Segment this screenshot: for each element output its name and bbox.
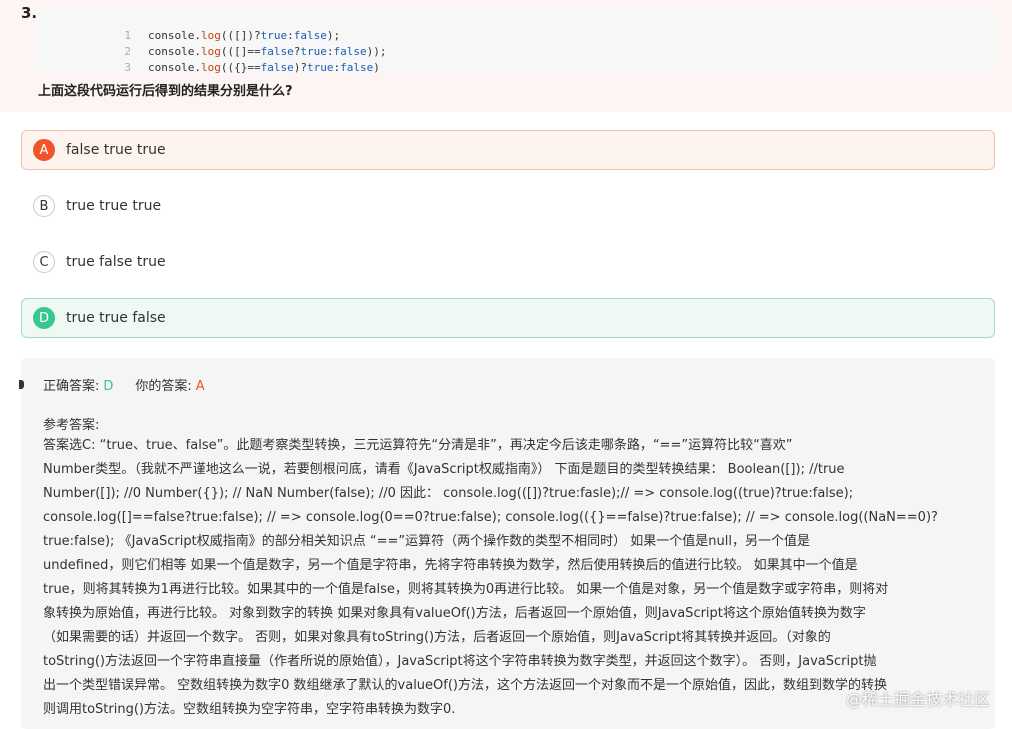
code-block: 1 console.log(([])?true:false); 2 console.…: [36, 8, 996, 74]
option-d[interactable]: D true true false: [21, 298, 995, 338]
your-answer-label: 你的答案:: [135, 379, 192, 394]
reference-line: 象转换为原始值，再进行比较。 对象到数字的转换 如果对象具有valueOf()方…: [43, 606, 866, 621]
reference-line: toString()方法返回一个字符串直接量（作者所说的原始值），JavaScr…: [43, 654, 877, 669]
reference-answer-body: 答案选C: “true、true、false”。此题考察类型转换，三元运算符先“…: [43, 434, 983, 722]
reference-line: true:false); 《JavaScript权威指南》的部分相关知识点 “=…: [43, 534, 810, 549]
your-answer-value: A: [195, 379, 205, 394]
code-line: 2 console.log(([]==false?true:false));: [36, 28, 386, 58]
code-line: 1 console.log(([])?true:false);: [36, 12, 340, 42]
answer-summary: 正确答案: D 你的答案: A: [43, 375, 205, 394]
reference-line: Number([]); //0 Number({}); // NaN Numbe…: [43, 486, 854, 501]
option-d-badge: D: [33, 307, 55, 329]
quiz-page: 3. 1 console.log(([])?true:false); 2 conso…: [0, 0, 1012, 729]
reference-line: true，则将其转换为1再进行比较。如果其中的一个值是false，则将其转换为0…: [43, 582, 889, 597]
option-b-text: true true true: [66, 198, 162, 214]
option-c-badge: C: [33, 251, 55, 273]
reference-line: 则调用toString()方法。空数组转换为空字符串，空字符串转换为数字0.: [43, 702, 456, 717]
reference-line: console.log([]==false?true:false); // =>…: [43, 510, 938, 525]
option-b-badge: B: [33, 195, 55, 217]
question-number: 3.: [21, 4, 38, 22]
option-d-text: true true false: [66, 310, 166, 326]
reference-line: （如果需要的话）并返回一个数字。 否则，如果对象具有toString()方法，后…: [43, 630, 831, 645]
reference-line: Number类型。（我就不严谨地这么一说，若要刨根问底，请看《JavaScrip…: [43, 462, 845, 477]
correct-answer-label: 正确答案:: [43, 379, 100, 394]
watermark: @稀土掘金技术社区: [845, 690, 990, 709]
option-b[interactable]: B true true true: [21, 186, 995, 226]
reference-answer-title: 参考答案:: [43, 418, 100, 433]
option-c[interactable]: C true false true: [21, 242, 995, 282]
reference-line: 出一个类型错误异常。 空数组转换为数字0 数组继承了默认的valueOf()方法…: [43, 678, 887, 693]
code-line: 3 console.log(({}==false)?true:false): [36, 44, 379, 74]
question-prompt: 上面这段代码运行后得到的结果分别是什么?: [38, 84, 293, 99]
reference-line: undefined，则它们相等 如果一个值是数字，另一个值是字符串，先将字符串转…: [43, 558, 858, 573]
option-a-badge: A: [33, 139, 55, 161]
reference-line: 答案选C: “true、true、false”。此题考察类型转换，三元运算符先“…: [43, 438, 793, 453]
collapse-marker-icon[interactable]: [19, 380, 24, 389]
option-a-text: false true true: [66, 142, 166, 158]
option-c-text: true false true: [66, 254, 166, 270]
code-text: console.log(({}==false)?true:false): [147, 61, 380, 74]
line-number: 3: [124, 61, 131, 74]
correct-answer-value: D: [103, 379, 114, 394]
option-a[interactable]: A false true true: [21, 130, 995, 170]
question-area: 3. 1 console.log(([])?true:false); 2 conso…: [0, 0, 1012, 112]
